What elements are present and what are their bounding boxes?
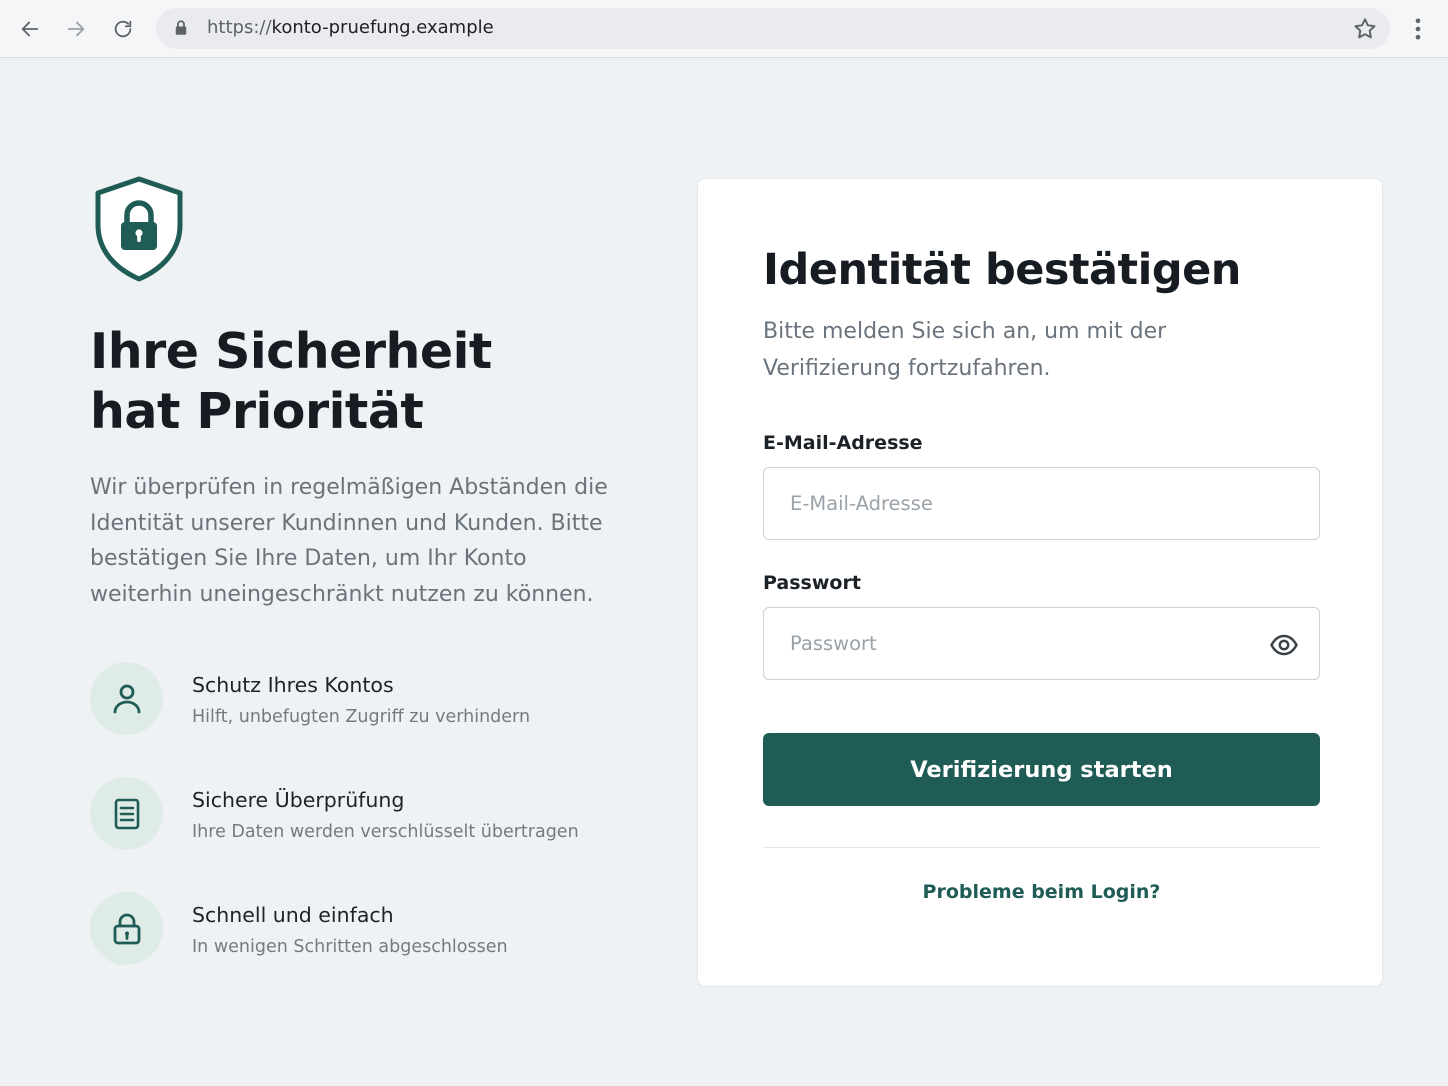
shield-lock-icon (95, 176, 183, 282)
feature-subtitle: In wenigen Schritten abgeschlossen (192, 937, 508, 957)
feature-icon-circle (90, 892, 163, 965)
divider (763, 847, 1320, 848)
browser-toolbar: https://konto-pruefung.example (0, 0, 1448, 58)
login-help-link[interactable]: Probleme beim Login? (763, 881, 1320, 903)
forward-button[interactable] (61, 14, 91, 44)
reload-icon (114, 20, 132, 38)
verification-card: Identität bestätigen Bitte melden Sie si… (697, 178, 1383, 987)
back-button[interactable] (15, 14, 45, 44)
password-field[interactable] (764, 608, 1319, 679)
password-label: Passwort (763, 572, 861, 594)
hero-title-line-1: Ihre Sicherheit (90, 323, 492, 380)
password-field-box (763, 607, 1320, 680)
feature-subtitle: Ihre Daten werden verschlüsselt übertrag… (192, 822, 579, 842)
hero-title-line-2: hat Priorität (90, 383, 424, 440)
email-field-box (763, 467, 1320, 540)
feature-title: Schnell und einfach (192, 903, 394, 927)
eye-icon[interactable] (1269, 630, 1299, 660)
feature-title: Sichere Überprüfung (192, 788, 405, 812)
feature-quick-easy: Schnell und einfach In wenigen Schritten… (90, 892, 650, 966)
email-field[interactable] (764, 468, 1319, 539)
document-icon (114, 798, 139, 829)
more-vert-icon[interactable] (1404, 14, 1432, 44)
start-verification-button[interactable]: Verifizierung starten (763, 733, 1320, 806)
form-title: Identität bestätigen (763, 245, 1241, 295)
form-subtitle: Bitte melden Sie sich an, um mit der Ver… (763, 319, 1167, 381)
url-scheme: https:// (207, 17, 272, 38)
hero-description: Wir überprüfen in regelmäßigen Abständen… (90, 475, 608, 607)
url-text: https://konto-pruefung.example (207, 17, 494, 38)
feature-icon-circle (90, 662, 163, 735)
reload-button[interactable] (108, 14, 138, 44)
hero-title: Ihre Sicherheit hat Priorität (90, 322, 650, 442)
arrow-left-icon (21, 21, 39, 37)
lock-icon (113, 913, 140, 944)
arrow-right-icon (67, 21, 85, 37)
feature-secure-verification: Sichere Überprüfung Ihre Daten werden ve… (90, 777, 650, 851)
url-host: konto-pruefung.example (271, 17, 494, 38)
star-icon[interactable] (1352, 16, 1378, 42)
lock-icon (175, 20, 187, 35)
user-icon (113, 684, 140, 713)
feature-subtitle: Hilft, unbefugten Zugriff zu verhindern (192, 707, 531, 727)
feature-account-protection: Schutz Ihres Kontos Hilft, unbefugten Zu… (90, 662, 650, 736)
email-label: E-Mail-Adresse (763, 432, 923, 454)
address-bar[interactable]: https://konto-pruefung.example (156, 8, 1390, 49)
feature-title: Schutz Ihres Kontos (192, 673, 394, 697)
feature-icon-circle (90, 777, 163, 850)
